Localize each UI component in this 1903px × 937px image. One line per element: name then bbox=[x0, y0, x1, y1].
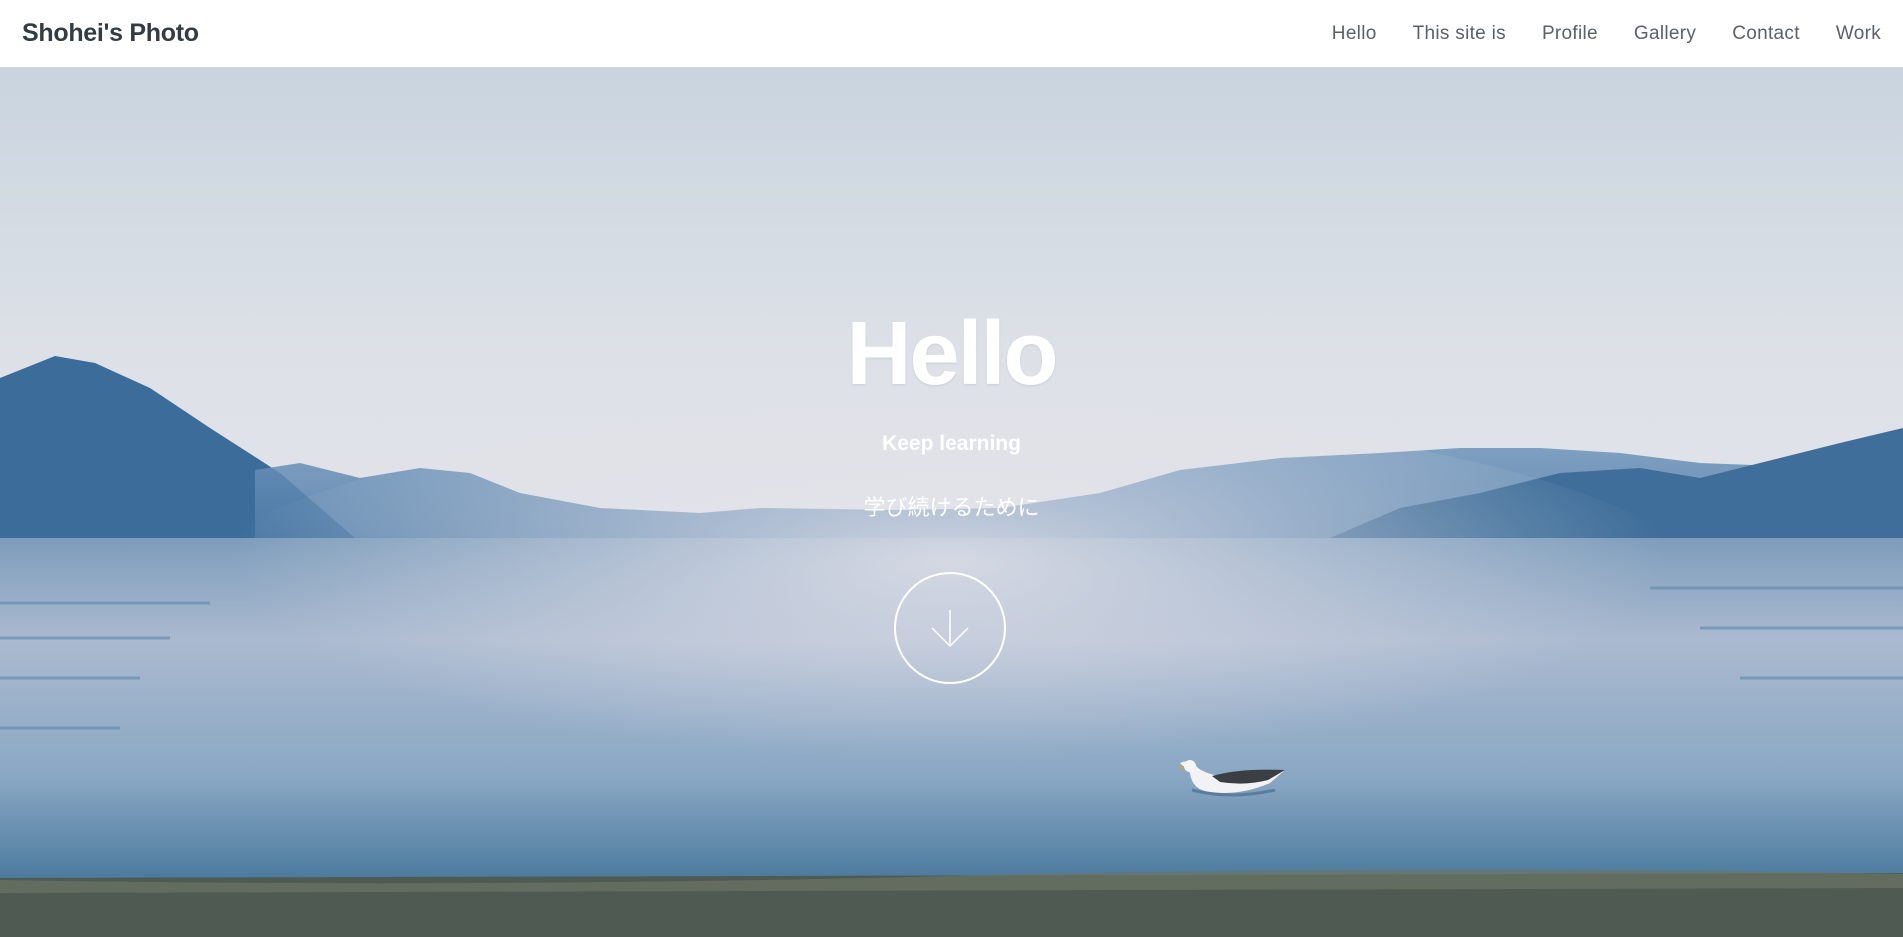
main-nav: Hello This site is Profile Gallery Conta… bbox=[1296, 23, 1881, 45]
hero-subtitle: Keep learning bbox=[882, 432, 1021, 455]
hero-section: Hello Keep learning 学び続けるために bbox=[0, 68, 1903, 937]
nav-link-work[interactable]: Work bbox=[1836, 23, 1881, 45]
site-header: Shohei's Photo Hello This site is Profil… bbox=[0, 0, 1903, 68]
hero-content: Hello Keep learning 学び続けるために bbox=[0, 68, 1903, 937]
brand-logo-link[interactable]: Shohei's Photo bbox=[22, 19, 199, 48]
nav-link-gallery[interactable]: Gallery bbox=[1634, 23, 1696, 45]
nav-link-hello[interactable]: Hello bbox=[1332, 23, 1377, 45]
scroll-down-button[interactable] bbox=[894, 572, 1006, 684]
nav-link-profile[interactable]: Profile bbox=[1542, 23, 1598, 45]
nav-link-this-site-is[interactable]: This site is bbox=[1413, 23, 1506, 45]
hero-title: Hello bbox=[846, 304, 1058, 404]
arrow-down-icon bbox=[931, 610, 969, 648]
hero-tagline: 学び続けるために bbox=[863, 496, 1040, 521]
nav-link-contact[interactable]: Contact bbox=[1732, 23, 1800, 45]
